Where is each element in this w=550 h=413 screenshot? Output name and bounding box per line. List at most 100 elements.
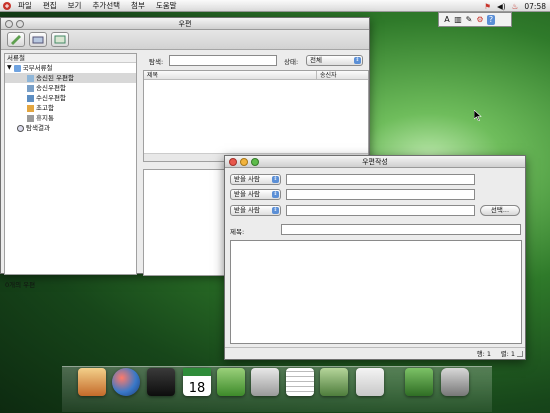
minimize-button[interactable] (240, 158, 248, 166)
select-arrows-icon: ⇕ (272, 207, 279, 214)
dock-notes-icon[interactable] (78, 368, 106, 396)
menu-view[interactable]: 보기 (68, 0, 82, 11)
col-subject[interactable]: 제목 (147, 71, 158, 80)
search-results-icon (17, 124, 24, 132)
select-arrows-icon: ⇕ (272, 191, 279, 198)
search-input[interactable] (169, 55, 277, 66)
status-filter-value: 전체 (310, 56, 322, 64)
sent-mailbox-icon (27, 74, 34, 82)
drafts-icon (27, 104, 34, 112)
menu-help[interactable]: 도움말 (156, 0, 177, 11)
trash-icon (27, 114, 34, 122)
dock-photo-viewer-icon[interactable] (251, 368, 279, 396)
dock-archive-icon[interactable] (405, 368, 433, 396)
disclosure-triangle-icon[interactable]: ▼ (7, 63, 12, 73)
recipient-type-label: 받을 사람 (234, 190, 260, 198)
status-filter-select[interactable]: 전체 ⇕ (306, 55, 363, 66)
dock-trash-icon[interactable] (441, 368, 469, 396)
input-panel-icon[interactable]: ▥ (454, 15, 462, 25)
tree-item-label: 휴지통 (36, 114, 54, 122)
tree-item-label: 탐색결과 (26, 124, 50, 132)
tree-item-trash[interactable]: 휴지통 (5, 113, 136, 123)
clock[interactable]: 07:58 (524, 2, 546, 11)
subject-input[interactable] (281, 224, 521, 235)
dock-calendar-icon[interactable]: 18 (183, 368, 211, 396)
dock-system-tools-icon[interactable] (320, 368, 348, 396)
send-button[interactable] (51, 32, 69, 47)
inbox-icon (27, 94, 34, 102)
outbox-icon (27, 84, 34, 92)
recipient-type-label: 받을 사람 (234, 206, 260, 214)
cursor-row: 행: 1 (476, 350, 491, 358)
recipient-type-label: 받을 사람 (234, 175, 260, 183)
tree-item-label: 송신된 우편함 (36, 74, 74, 82)
menu-attach[interactable]: 첨부 (131, 0, 145, 11)
recipient-type-select-1[interactable]: 받을 사람 ⇕ (230, 174, 281, 185)
message-body[interactable] (230, 240, 522, 344)
folder-tree-header: 서류철 (5, 54, 136, 63)
select-arrows-icon: ⇕ (354, 57, 361, 64)
tree-item-label: 수신우편함 (36, 94, 66, 102)
mouse-pointer-icon (473, 109, 482, 123)
menu-file[interactable]: 파일 (18, 0, 32, 11)
svg-text:18: 18 (189, 381, 206, 396)
tree-item-inbox[interactable]: 수신우편함 (5, 93, 136, 103)
cursor-col: 렬: 1 (500, 350, 515, 358)
compose-titlebar[interactable]: 우편작성 (225, 156, 525, 168)
recipient-input-3[interactable] (286, 205, 475, 216)
resize-grip-icon[interactable] (517, 351, 523, 357)
menu-options[interactable]: 추가선택 (92, 0, 120, 11)
receive-button[interactable] (29, 32, 47, 47)
input-a-icon[interactable]: A (443, 15, 451, 25)
recipient-type-select-2[interactable]: 받을 사람 ⇕ (230, 189, 281, 200)
recipient-type-select-3[interactable]: 받을 사람 ⇕ (230, 205, 281, 216)
search-label: 탐색: (149, 58, 164, 66)
select-arrows-icon: ⇕ (272, 176, 279, 183)
mail-toolbar (1, 30, 369, 50)
mail-status-text: 0개의 우편 (5, 281, 36, 289)
tree-item-local-folders[interactable]: ▼ 국부서류철 (5, 63, 136, 73)
mail-window-title: 우편 (178, 20, 192, 28)
volume-icon[interactable]: ◀) (497, 2, 506, 11)
close-button[interactable] (229, 158, 237, 166)
tree-item-drafts[interactable]: 초고함 (5, 103, 136, 113)
recipient-input-1[interactable] (286, 174, 475, 185)
input-pen-icon[interactable]: ✎ (465, 15, 473, 25)
mail-list-header: 제목 송신자 (144, 71, 368, 80)
col-sender[interactable]: 송신자 (316, 71, 337, 80)
folder-icon (13, 64, 21, 72)
mail-list: 제목 송신자 (143, 70, 369, 162)
zoom-button[interactable] (251, 158, 259, 166)
input-gear-icon[interactable]: ⚙ (476, 15, 484, 25)
tree-item-search-results[interactable]: 탐색결과 (5, 123, 136, 133)
compose-window: 우편작성 받을 사람 ⇕ 받을 사람 ⇕ 받을 사람 ⇕ 선택... 제목: 행… (224, 155, 526, 360)
dock-spreadsheet-icon[interactable] (286, 368, 314, 396)
mail-titlebar[interactable]: 우편 (1, 18, 369, 30)
menu-edit[interactable]: 편집 (43, 0, 57, 11)
tree-item-label: 초고함 (36, 104, 54, 112)
network-icon[interactable]: ♨ (512, 2, 519, 11)
subject-label: 제목: (230, 228, 245, 236)
status-label: 상태: (284, 58, 299, 66)
dock-contacts-icon[interactable] (217, 368, 245, 396)
window-controls (229, 158, 259, 166)
close-button[interactable] (5, 20, 13, 28)
system-menu-icon[interactable] (2, 1, 12, 11)
input-help-icon[interactable]: ? (487, 14, 495, 25)
dock-browser-globe-icon[interactable] (112, 368, 140, 396)
compose-window-title: 우편작성 (362, 158, 388, 166)
recipient-input-2[interactable] (286, 189, 475, 200)
minimize-button[interactable] (16, 20, 24, 28)
flag-icon[interactable]: ⚑ (484, 2, 491, 11)
tree-item-label: 국부서류철 (22, 64, 53, 72)
folder-tree: 서류철 ▼ 국부서류철 송신된 우편함 송신우편함 수신우편함 초고함 휴지통 (4, 53, 137, 275)
tree-item-outbox[interactable]: 송신우편함 (5, 83, 136, 93)
window-controls (5, 20, 24, 28)
dock-mail-icon[interactable] (356, 368, 384, 396)
dock-video-player-icon[interactable] (147, 368, 175, 396)
compose-button[interactable] (7, 32, 25, 47)
compose-status-bar: 행: 1 렬: 1 (225, 347, 525, 359)
select-recipient-button[interactable]: 선택... (480, 205, 520, 216)
tree-item-sent[interactable]: 송신된 우편함 (5, 73, 136, 83)
input-method-tray: A ▥ ✎ ⚙ ? (438, 12, 512, 27)
